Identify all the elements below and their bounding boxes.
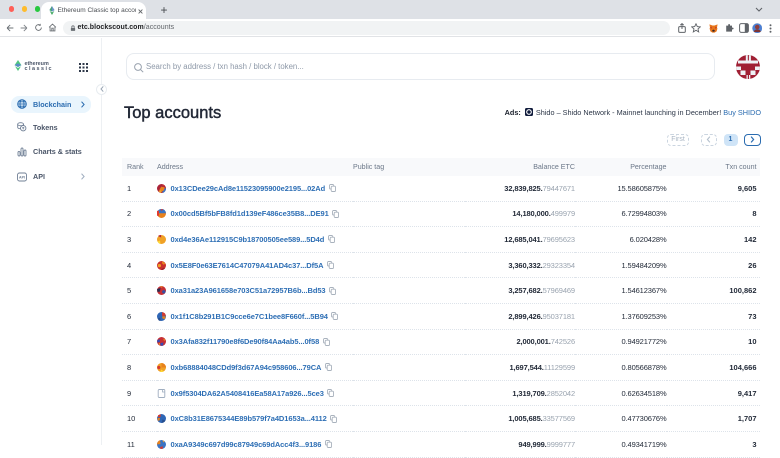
svg-text:API: API bbox=[19, 175, 25, 179]
